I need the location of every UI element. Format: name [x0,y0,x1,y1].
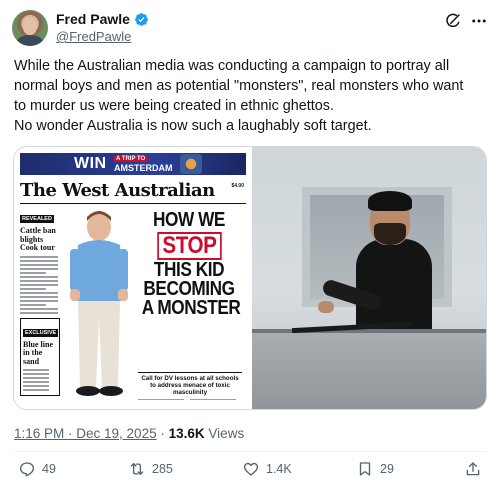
tweet-text-line: normal boys and men as potential "monste… [14,78,464,94]
tweet-text-line: No wonder Australia is now such a laugha… [14,118,372,134]
tweet-timestamp[interactable]: 1:16 PM · Dec 19, 2025 [14,426,157,441]
verified-badge-icon [135,12,148,26]
side-body-1 [20,255,60,314]
repost-button[interactable]: 285 [128,460,173,478]
views-label: Views [208,426,245,441]
bookmark-icon [359,462,371,476]
avatar[interactable] [12,10,48,46]
newspaper-headline: HOW WE STOP THIS KID BECOMING A MONSTER [134,209,244,319]
banner-destination: AMSTERDAM [114,163,173,173]
masthead-rule [20,203,246,204]
photo-man-hair [368,191,412,211]
heart-icon [243,462,259,476]
tweet-actions: 49 285 1.4K 29 [14,456,486,486]
photo-man-hand [318,301,334,313]
newspaper-price: $4.00 [231,183,244,189]
reply-icon [19,462,35,477]
author-name[interactable]: Fred Pawle [56,11,130,27]
avatar-face [23,17,37,35]
side-headline-2: Blue line in the sand [23,339,54,366]
banner-painting [180,154,202,174]
gunman-photo[interactable] [252,147,486,409]
share-button[interactable] [464,460,482,478]
banner-trip: A TRIP TO [114,156,148,162]
tweet-media[interactable]: WIN A TRIP TO AMSTERDAM The West Austral… [13,146,487,410]
photo-man-beard [374,223,406,245]
like-button[interactable]: 1.4K [242,460,292,478]
repost-count: 285 [152,462,173,476]
newspaper-image[interactable]: WIN A TRIP TO AMSTERDAM The West Austral… [14,147,250,409]
author-block: Fred Pawle @FredPawle [56,11,149,44]
tweet-text: While the Australian media was conductin… [14,56,490,136]
newspaper-side-column: REVEALED Cattle ban blights Cook tour EX… [20,207,60,407]
side-tag-exclusive: EXCLUSIVE [23,328,59,337]
views-count: 13.6K [168,426,205,441]
headline-line-5: A MONSTER [141,297,241,319]
tweet-meta: 1:16 PM · Dec 19, 2025 · 13.6K Views [14,426,244,441]
avatar-shoulders [17,35,43,46]
bookmark-count: 29 [380,462,394,476]
reply-button[interactable]: 49 [18,460,56,478]
more-options-icon[interactable] [470,12,488,30]
headline-stop: STOP [156,232,222,260]
headline-line-1: HOW WE [153,209,225,231]
reply-count: 49 [42,462,56,476]
actions-divider [14,451,486,452]
newspaper-banner: WIN A TRIP TO AMSTERDAM [20,153,246,175]
side-box-exclusive: EXCLUSIVE Blue line in the sand [20,317,60,396]
tweet-header: Fred Pawle @FredPawle [12,10,488,50]
newspaper-body-text [138,389,242,409]
author-name-row: Fred Pawle [56,11,149,27]
tweet-text-line: to murder us were being created in ethni… [14,98,334,114]
like-count: 1.4K [266,462,292,476]
photo-wall [252,333,486,409]
share-icon [466,462,480,476]
banner-win: WIN [74,155,107,172]
boy-photo [70,211,128,396]
bookmark-button[interactable]: 29 [356,460,394,478]
newspaper-masthead: The West Australian [20,180,215,201]
tweet-text-line: While the Australian media was conductin… [14,58,450,74]
newspaper-front-page: WIN A TRIP TO AMSTERDAM The West Austral… [20,153,246,407]
repost-icon [130,463,144,475]
photo-man-body [356,239,432,335]
side-tag-revealed: REVEALED [20,215,54,223]
author-handle[interactable]: @FredPawle [56,29,149,44]
meta-separator: · [160,426,165,441]
grok-icon[interactable] [444,12,462,30]
side-headline-1: Cattle ban blights Cook tour [20,226,56,252]
